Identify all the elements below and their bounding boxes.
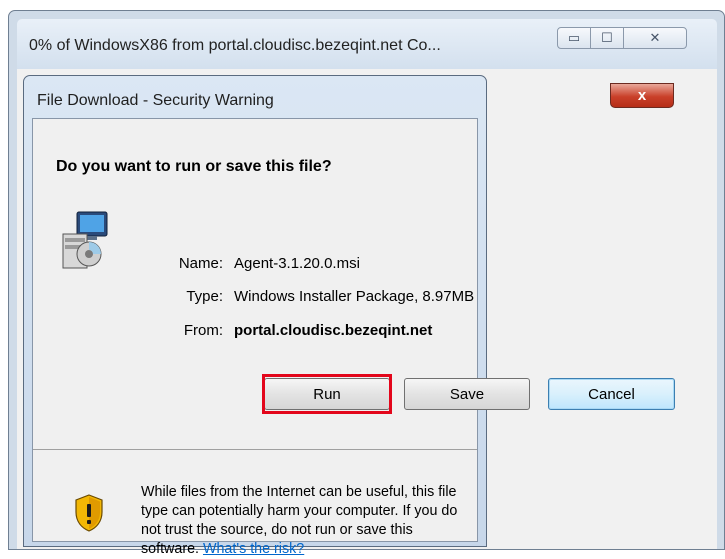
minimize-button[interactable]: ▭ bbox=[557, 27, 591, 49]
cancel-button-label: Cancel bbox=[588, 385, 635, 403]
minimize-icon: ▭ bbox=[567, 30, 581, 45]
warning-message: While files from the Internet can be use… bbox=[141, 483, 471, 559]
download-window-controls: ▭ ☐ ✕ bbox=[557, 27, 687, 49]
installer-package-icon bbox=[62, 211, 108, 269]
maximize-button[interactable]: ☐ bbox=[590, 27, 624, 49]
file-name-value: Agent-3.1.20.0.msi bbox=[234, 255, 360, 272]
warning-shield-icon bbox=[75, 494, 103, 532]
download-window-close-button[interactable]: ✕ bbox=[623, 27, 687, 49]
file-name-label: Name: bbox=[178, 255, 223, 272]
file-from-value: portal.cloudisc.bezeqint.net bbox=[234, 322, 433, 339]
whats-the-risk-link[interactable]: What's the risk? bbox=[203, 541, 304, 557]
run-or-save-question: Do you want to run or save this file? bbox=[56, 158, 332, 175]
file-from-label: From: bbox=[183, 322, 223, 339]
cancel-button[interactable]: Cancel bbox=[548, 378, 675, 410]
run-button-highlight bbox=[262, 374, 392, 414]
close-icon: ✕ bbox=[649, 30, 661, 45]
download-window-titlebar[interactable]: 0% of WindowsX86 from portal.cloudisc.be… bbox=[17, 19, 717, 69]
save-button-label: Save bbox=[449, 385, 485, 403]
dialog-title: File Download - Security Warning bbox=[37, 92, 274, 109]
file-type-value: Windows Installer Package, 8.97MB bbox=[234, 288, 475, 305]
save-button[interactable]: Save bbox=[404, 378, 530, 410]
download-window-title: 0% of WindowsX86 from portal.cloudisc.be… bbox=[29, 37, 441, 54]
file-type-label: Type: bbox=[186, 288, 223, 305]
dialog-close-button[interactable]: x bbox=[610, 83, 674, 108]
dialog-separator bbox=[33, 449, 477, 450]
security-warning-dialog: File Download - Security Warning Do you … bbox=[23, 75, 675, 557]
close-icon: x bbox=[637, 87, 647, 104]
maximize-icon: ☐ bbox=[601, 30, 613, 45]
dialog-body: Do you want to run or save this file? Na… bbox=[32, 118, 675, 557]
